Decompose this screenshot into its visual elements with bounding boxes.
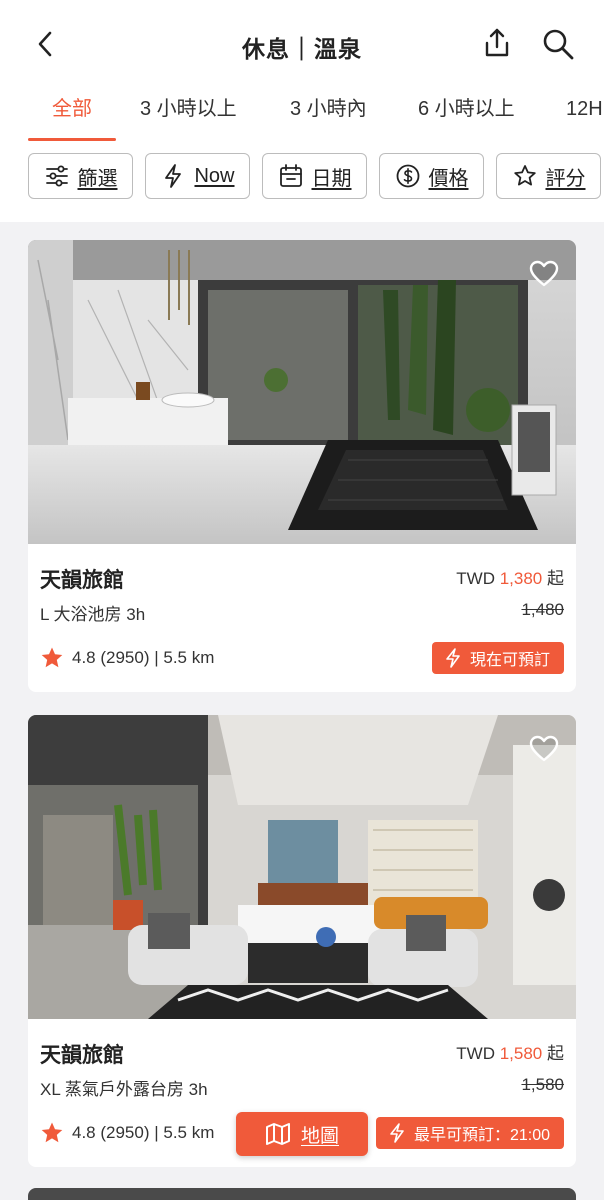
lightning-icon bbox=[390, 1123, 404, 1143]
availability-badge[interactable]: 現在可預訂 bbox=[431, 642, 564, 674]
rating-text: 4.8 (2950) | 5.5 km bbox=[72, 648, 215, 667]
active-tab-indicator bbox=[28, 138, 116, 141]
listing-card[interactable]: 天韻旅館 TWD 1,380 起 L 大浴池房 3h 1,480 4.8 (29… bbox=[28, 240, 576, 692]
tab-all[interactable]: 全部 bbox=[52, 96, 92, 142]
listing-price: TWD 1,380 起 bbox=[456, 564, 564, 589]
search-icon[interactable] bbox=[540, 26, 576, 62]
map-icon bbox=[265, 1123, 290, 1145]
share-icon[interactable] bbox=[480, 26, 514, 60]
price-value: 1,380 bbox=[499, 569, 543, 588]
listing-price: TWD 1,580 起 bbox=[456, 1039, 564, 1064]
rating-distance: 4.8 (2950) | 5.5 km bbox=[40, 1121, 214, 1145]
room-type: XL 蒸氣戶外露台房 3h bbox=[40, 1080, 208, 1099]
tab-bar: 全部 3 小時以上 3 小時內 6 小時以上 12H bbox=[0, 90, 604, 142]
price-label: 價格 bbox=[428, 167, 469, 190]
listing-photo-bathroom[interactable] bbox=[28, 240, 576, 544]
lightning-icon bbox=[446, 648, 460, 668]
original-price: 1,580 bbox=[521, 1075, 564, 1094]
listing-name: 天韻旅館 bbox=[40, 569, 124, 592]
tab-6h-plus[interactable]: 6 小時以上 bbox=[418, 96, 515, 142]
listing-card-next[interactable] bbox=[28, 1188, 576, 1200]
map-label: 地圖 bbox=[300, 1125, 339, 1147]
top-bar: 休息｜溫泉 bbox=[0, 0, 604, 90]
star-icon bbox=[41, 1122, 63, 1143]
currency: TWD bbox=[456, 569, 495, 588]
sliders-icon bbox=[45, 165, 68, 187]
map-button[interactable]: 地圖 bbox=[236, 1112, 368, 1156]
listing-name: 天韻旅館 bbox=[40, 1044, 124, 1067]
original-price: 1,480 bbox=[521, 600, 564, 619]
lightning-icon bbox=[165, 164, 182, 188]
price-value: 1,580 bbox=[499, 1044, 543, 1063]
price-button[interactable]: 價格 bbox=[379, 153, 484, 199]
price-suffix: 起 bbox=[547, 1044, 564, 1063]
rating-button[interactable]: 評分 bbox=[496, 153, 601, 199]
room-type: L 大浴池房 3h bbox=[40, 605, 146, 624]
rating-label: 評分 bbox=[545, 167, 586, 190]
listing-card[interactable]: 天韻旅館 TWD 1,580 起 XL 蒸氣戶外露台房 3h 1,580 4.8… bbox=[28, 715, 576, 1167]
filter-bar: 篩選 Now 日期 價格 評分 bbox=[0, 142, 604, 222]
availability-badge[interactable]: 最早可預訂：21:00 bbox=[375, 1117, 564, 1149]
heart-icon[interactable] bbox=[528, 258, 560, 290]
date-label: 日期 bbox=[311, 167, 352, 190]
rating-text: 4.8 (2950) | 5.5 km bbox=[72, 1123, 215, 1142]
badge-label: 現在可預訂 bbox=[469, 652, 550, 669]
price-suffix: 起 bbox=[547, 569, 564, 588]
date-button[interactable]: 日期 bbox=[262, 153, 367, 199]
tab-12h[interactable]: 12H bbox=[566, 96, 603, 142]
dollar-icon bbox=[396, 164, 419, 188]
filter-button[interactable]: 篩選 bbox=[28, 153, 133, 199]
badge-label: 最早可預訂：21:00 bbox=[413, 1127, 550, 1144]
calendar-icon bbox=[279, 164, 302, 187]
star-outline-icon bbox=[513, 165, 536, 186]
tab-3h-plus[interactable]: 3 小時以上 bbox=[140, 96, 237, 142]
tab-under-3h[interactable]: 3 小時內 bbox=[290, 96, 367, 142]
currency: TWD bbox=[456, 1044, 495, 1063]
heart-icon[interactable] bbox=[528, 733, 560, 765]
now-label: Now bbox=[194, 164, 235, 187]
rating-distance: 4.8 (2950) | 5.5 km bbox=[40, 646, 214, 670]
filter-label: 篩選 bbox=[77, 167, 118, 190]
now-button[interactable]: Now bbox=[145, 153, 250, 199]
listing-photo-bedroom[interactable] bbox=[28, 715, 576, 1019]
star-icon bbox=[41, 647, 63, 668]
